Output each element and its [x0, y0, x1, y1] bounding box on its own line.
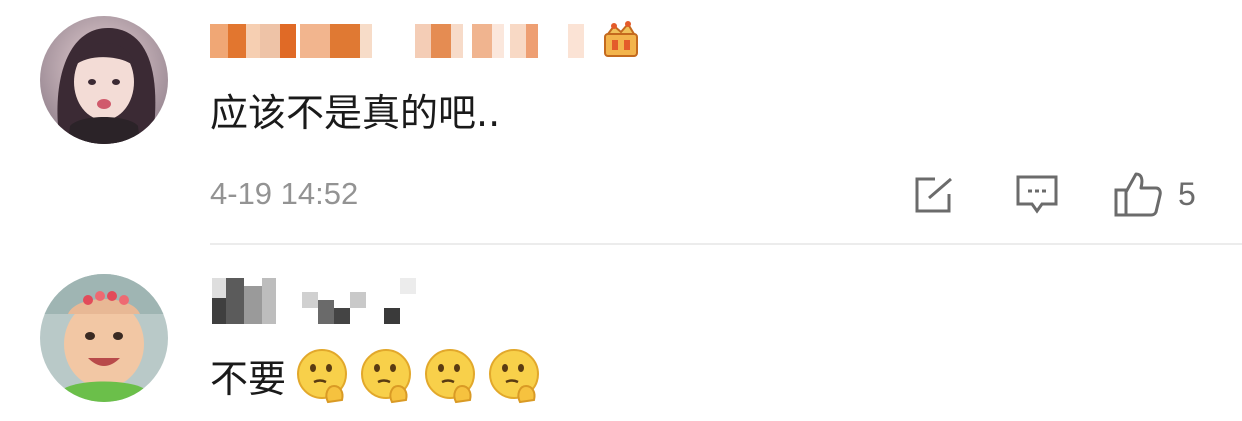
username-pixelated[interactable]	[212, 278, 432, 330]
avatar[interactable]	[40, 274, 168, 402]
share-icon[interactable]	[913, 176, 955, 214]
thumbs-up-icon[interactable]	[1112, 170, 1164, 218]
vip-crown-badge-icon	[604, 21, 638, 57]
thinking-emoji-icon	[297, 349, 348, 404]
divider	[210, 243, 1242, 245]
thinking-emoji-icon	[489, 349, 540, 404]
thinking-emoji-icon	[361, 349, 412, 404]
comment-icon[interactable]	[1015, 174, 1059, 216]
comment-text-label: 不要	[210, 357, 287, 401]
avatar[interactable]	[40, 16, 168, 144]
username-pixelated[interactable]	[210, 24, 590, 58]
comment-text: 不要	[210, 348, 542, 404]
comment-text: 应该不是真的吧..	[210, 91, 501, 135]
like-count: 5	[1178, 176, 1196, 212]
thinking-emoji-icon	[425, 349, 476, 404]
comment-timestamp: 4-19 14:52	[210, 176, 359, 211]
